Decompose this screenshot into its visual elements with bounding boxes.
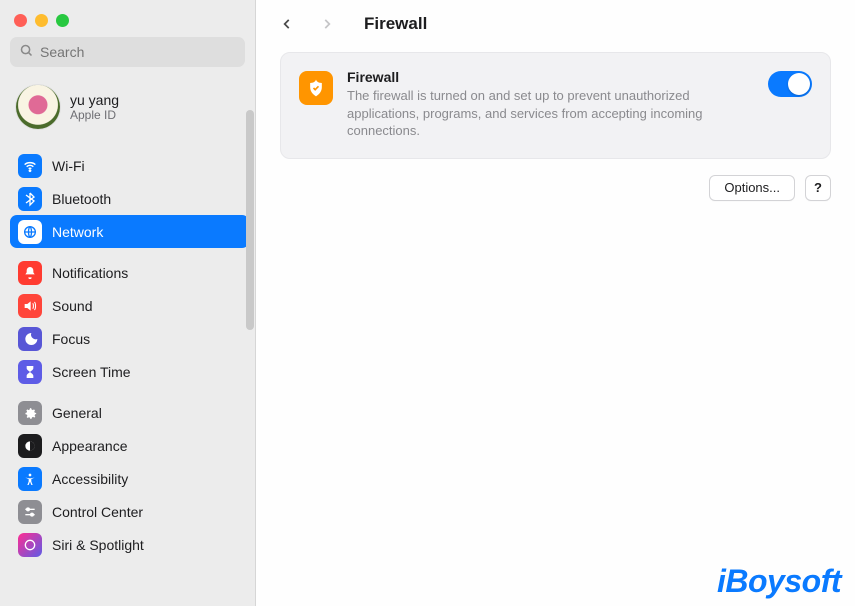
sidebar-item-account[interactable]: yu yang Apple ID <box>10 77 249 141</box>
sidebar-item-label: Sound <box>52 298 92 314</box>
appearance-icon <box>18 434 42 458</box>
hourglass-icon <box>18 360 42 384</box>
accessibility-icon <box>18 467 42 491</box>
sidebar-section-network: Wi-Fi Bluetooth Network <box>10 141 249 248</box>
sidebar-item-notifications[interactable]: Notifications <box>10 256 249 289</box>
sidebar-item-label: Appearance <box>52 438 128 454</box>
header: Firewall <box>256 0 855 52</box>
sidebar-item-sound[interactable]: Sound <box>10 289 249 322</box>
sidebar-item-bluetooth[interactable]: Bluetooth <box>10 182 249 215</box>
speaker-icon <box>18 294 42 318</box>
main-content: Firewall Firewall The firewall is turned… <box>256 0 855 606</box>
siri-icon <box>18 533 42 557</box>
firewall-card: Firewall The firewall is turned on and s… <box>280 52 831 159</box>
footer-actions: Options... ? <box>256 159 855 201</box>
firewall-description: The firewall is turned on and set up to … <box>347 87 747 140</box>
sidebar-item-label: Notifications <box>52 265 128 281</box>
account-name: yu yang <box>70 92 119 108</box>
sidebar-scroll[interactable]: yu yang Apple ID Wi-Fi Bluetooth <box>0 77 255 606</box>
close-window-button[interactable] <box>14 14 27 27</box>
sidebar-item-label: Focus <box>52 331 90 347</box>
sidebar-item-label: Network <box>52 224 103 240</box>
gear-icon <box>18 401 42 425</box>
search-row <box>10 37 245 67</box>
search-input[interactable] <box>10 37 245 67</box>
globe-icon <box>18 220 42 244</box>
fullscreen-window-button[interactable] <box>56 14 69 27</box>
avatar <box>16 85 60 129</box>
help-button[interactable]: ? <box>805 175 831 201</box>
sidebar-item-focus[interactable]: Focus <box>10 322 249 355</box>
sidebar-item-siri[interactable]: Siri & Spotlight <box>10 528 249 561</box>
sliders-icon <box>18 500 42 524</box>
firewall-toggle[interactable] <box>768 71 812 97</box>
sidebar-item-label: Siri & Spotlight <box>52 537 144 553</box>
sidebar-item-label: Screen Time <box>52 364 131 380</box>
back-button[interactable] <box>278 15 296 33</box>
sidebar-item-label: Accessibility <box>52 471 128 487</box>
sidebar-section-alerts: Notifications Sound Focus Screen Time <box>10 248 249 388</box>
moon-icon <box>18 327 42 351</box>
toggle-knob <box>788 73 810 95</box>
firewall-icon <box>299 71 333 105</box>
window-controls <box>0 0 255 37</box>
minimize-window-button[interactable] <box>35 14 48 27</box>
sidebar-item-controlcenter[interactable]: Control Center <box>10 495 249 528</box>
sidebar-section-system: General Appearance Accessibility Control… <box>10 388 249 561</box>
sidebar-item-label: Bluetooth <box>52 191 111 207</box>
sidebar-item-screentime[interactable]: Screen Time <box>10 355 249 388</box>
bell-icon <box>18 261 42 285</box>
search-icon <box>19 43 34 61</box>
sidebar-item-label: Control Center <box>52 504 143 520</box>
sidebar: yu yang Apple ID Wi-Fi Bluetooth <box>0 0 256 606</box>
sidebar-item-label: General <box>52 405 102 421</box>
options-button[interactable]: Options... <box>709 175 795 201</box>
sidebar-item-accessibility[interactable]: Accessibility <box>10 462 249 495</box>
firewall-title: Firewall <box>347 69 754 85</box>
sidebar-item-wifi[interactable]: Wi-Fi <box>10 149 249 182</box>
scrollbar[interactable] <box>246 110 254 330</box>
wifi-icon <box>18 154 42 178</box>
sidebar-item-appearance[interactable]: Appearance <box>10 429 249 462</box>
sidebar-item-label: Wi-Fi <box>52 158 85 174</box>
watermark: iBoysoft <box>717 563 841 600</box>
bluetooth-icon <box>18 187 42 211</box>
forward-button[interactable] <box>318 15 336 33</box>
sidebar-item-general[interactable]: General <box>10 396 249 429</box>
account-subtitle: Apple ID <box>70 108 119 122</box>
page-title: Firewall <box>364 14 427 34</box>
sidebar-item-network[interactable]: Network <box>10 215 249 248</box>
